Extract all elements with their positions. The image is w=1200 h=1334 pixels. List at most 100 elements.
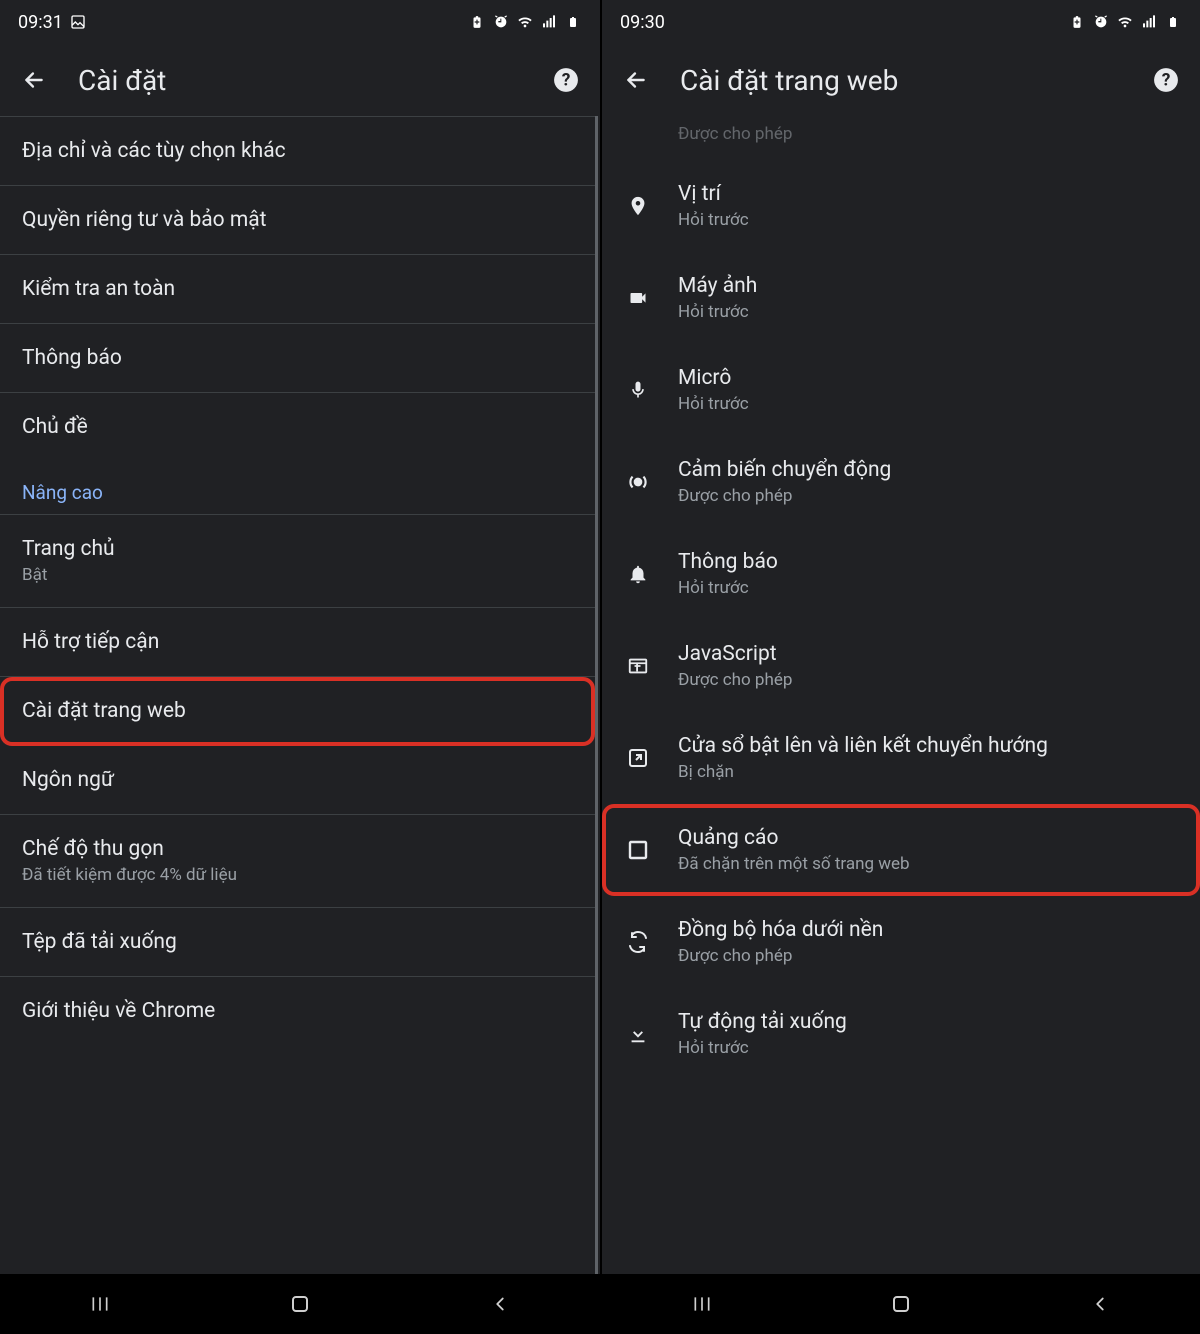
item-sub: Được cho phép [678,486,1178,506]
item-label: Giới thiệu về Chrome [22,999,573,1023]
location-icon [624,192,652,220]
item-sub: Bật [22,565,573,585]
list-item[interactable]: Hỗ trợ tiếp cận [0,608,595,677]
motion-icon [624,468,652,496]
image-icon [69,13,87,31]
item-label: Thông báo [22,346,573,370]
item-label: Địa chỉ và các tùy chọn khác [22,139,573,163]
back-button[interactable] [620,64,652,96]
nav-recents[interactable] [662,1289,742,1319]
signal-icon [1140,13,1158,31]
status-time: 09:30 [620,12,665,33]
list-item[interactable]: Quyền riêng tư và bảo mật [0,186,595,255]
item-label: Cài đặt trang web [22,699,573,723]
list-item[interactable]: Giới thiệu về Chrome [0,977,595,1045]
list-item[interactable]: Tệp đã tải xuống [0,908,595,977]
cookie-icon [624,118,652,146]
nav-bar [0,1274,600,1334]
item-label: Cảm biến chuyển động [678,458,1178,482]
list-item[interactable]: Vị tríHỏi trước [602,160,1200,252]
item-sub: Đã tiết kiệm được 4% dữ liệu [22,865,573,885]
status-bar: 09:31 [0,0,600,44]
nav-home[interactable] [861,1289,941,1319]
nav-back[interactable] [1060,1289,1140,1319]
item-label: Quyền riêng tư và bảo mật [22,208,573,232]
item-label: Chủ đề [22,415,573,439]
item-sub: Được cho phép [678,946,1178,966]
help-button[interactable]: ? [1150,64,1182,96]
item-sub: Hỏi trước [678,210,1178,230]
item-sub: Bị chặn [678,762,1178,782]
signal-icon [540,13,558,31]
list-item[interactable]: Thông báo [0,324,595,393]
list-item-ads[interactable]: Quảng cáo Đã chặn trên một số trang web [602,804,1200,896]
item-label: Máy ảnh [678,274,1178,298]
list-item[interactable]: Cửa sổ bật lên và liên kết chuyển hướng B… [602,712,1200,804]
section-label-advanced: Nâng cao [0,461,595,514]
mic-icon [624,376,652,404]
battery-icon [564,13,582,31]
svg-text:?: ? [1162,70,1171,90]
item-label: Thông báo [678,550,1178,574]
item-label: Chế độ thu gọn [22,837,573,861]
item-label: Ngôn ngữ [22,768,573,792]
list-item[interactable]: Thông báo Hỏi trước [602,528,1200,620]
nav-home[interactable] [260,1289,340,1319]
sync-icon [624,928,652,956]
wifi-icon [1116,13,1134,31]
list-item[interactable]: Trang chủ Bật [0,514,595,608]
nav-back[interactable] [460,1289,540,1319]
status-time: 09:31 [18,12,63,33]
list-item[interactable]: Tự động tải xuống Hỏi trước [602,988,1200,1064]
list-item[interactable]: Địa chỉ và các tùy chọn khác [0,116,595,186]
item-sub: Hỏi trước [678,1038,1178,1058]
item-label: Micrô [678,366,1178,390]
list-item[interactable]: Micrô Hỏi trước [602,344,1200,436]
list-item[interactable]: Chế độ thu gọn Đã tiết kiệm được 4% dữ li… [0,815,595,908]
list-item[interactable]: Chủ đề [0,393,595,461]
alarm-icon [492,13,510,31]
item-sub: Hỏi trước [678,578,1178,598]
js-icon [624,652,652,680]
help-button[interactable]: ? [550,64,582,96]
battery-icon [1164,13,1182,31]
wifi-icon [516,13,534,31]
list-item[interactable]: JavaScript Được cho phép [602,620,1200,712]
page-title: Cài đặt trang web [680,64,1122,97]
item-label: Trang chủ [22,537,573,561]
item-label: JavaScript [678,642,1178,666]
nav-recents[interactable] [60,1289,140,1319]
item-sub: Được cho phép [678,124,1178,144]
item-sub: Được cho phép [678,670,1178,690]
list-item[interactable]: Máy ảnh Hỏi trước [602,252,1200,344]
item-sub: Đã chặn trên một số trang web [678,854,1178,874]
item-label: Quảng cáo [678,826,1178,850]
ads-icon [624,836,652,864]
list-item-truncated[interactable]: Được cho phép [602,116,1200,160]
status-bar: 09:30 [602,0,1200,44]
battery-saver-icon [1068,13,1086,31]
item-label: Cửa sổ bật lên và liên kết chuyển hướng [678,734,1178,758]
item-label: Tự động tải xuống [678,1010,1178,1034]
list-item-site-settings[interactable]: Cài đặt trang web [0,677,595,746]
bell-icon [624,560,652,588]
download-icon [624,1020,652,1048]
screen-settings: 09:31 Cài đặt ? Địa chỉ và các tùy chọn … [0,0,600,1334]
item-label: Tệp đã tải xuống [22,930,573,954]
camera-icon [624,284,652,312]
alarm-icon [1092,13,1110,31]
item-sub: Hỏi trước [678,394,1178,414]
list-item[interactable]: Ngôn ngữ [0,746,595,815]
page-title: Cài đặt [78,64,522,97]
list-item[interactable]: Cảm biến chuyển động Được cho phép [602,436,1200,528]
list-item[interactable]: Đồng bộ hóa dưới nền Được cho phép [602,896,1200,988]
list-item[interactable]: Kiểm tra an toàn [0,255,595,324]
item-label: Kiểm tra an toàn [22,277,573,301]
settings-list[interactable]: Địa chỉ và các tùy chọn khác Quyền riêng… [0,116,598,1274]
popup-icon [624,744,652,772]
site-settings-list[interactable]: Được cho phép Vị tríHỏi trước Máy ảnh Hỏi… [602,116,1200,1274]
item-sub: Hỏi trước [678,302,1178,322]
item-label: Đồng bộ hóa dưới nền [678,918,1178,942]
back-button[interactable] [18,64,50,96]
nav-bar [602,1274,1200,1334]
